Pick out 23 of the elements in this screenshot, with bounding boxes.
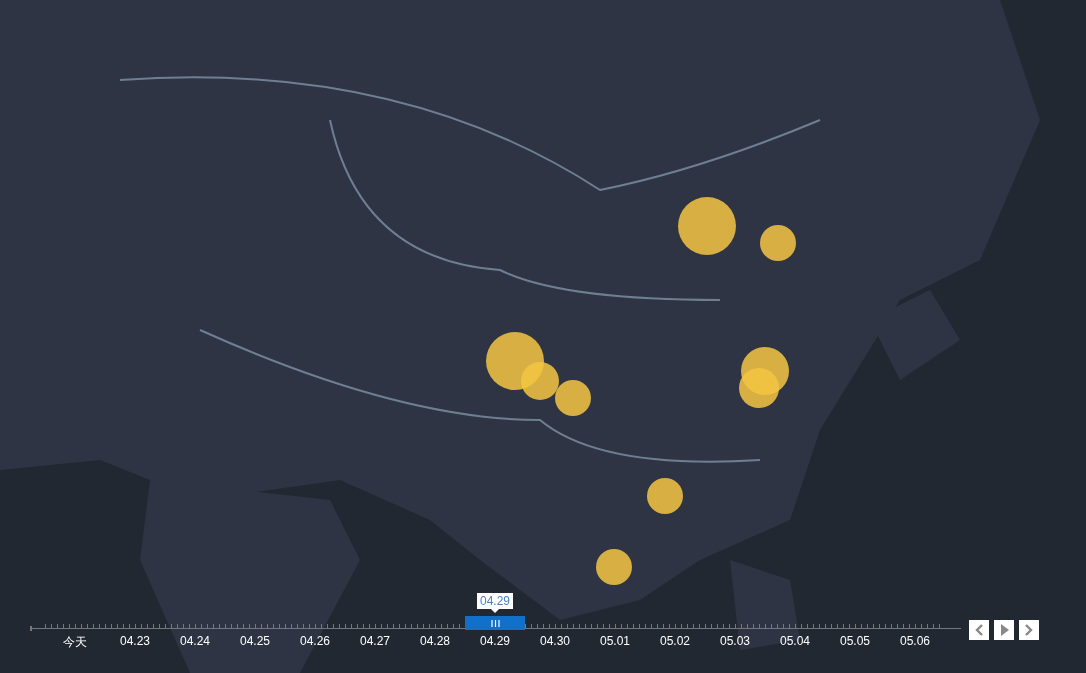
date-label[interactable]: 05.03 [720,634,750,648]
play-button[interactable] [994,620,1014,640]
date-label[interactable]: 04.25 [240,634,270,648]
date-label[interactable]: 04.26 [300,634,330,648]
date-label[interactable]: 04.28 [420,634,450,648]
date-label[interactable]: 05.06 [900,634,930,648]
date-label[interactable]: 今天 [63,634,87,651]
date-label[interactable]: 04.30 [540,634,570,648]
date-label[interactable]: 05.01 [600,634,630,648]
grip-icon [490,619,500,627]
date-label[interactable]: 04.27 [360,634,390,648]
next-button[interactable] [1019,620,1039,640]
date-label[interactable]: 05.04 [780,634,810,648]
timeline-handle[interactable] [465,616,525,630]
play-icon [999,624,1009,636]
date-label[interactable]: 04.23 [120,634,150,648]
previous-button[interactable] [969,620,989,640]
date-label[interactable]: 04.24 [180,634,210,648]
date-label[interactable]: 05.05 [840,634,870,648]
chevron-right-icon [1024,624,1034,636]
date-label[interactable]: 04.29 [480,634,510,648]
chevron-left-icon [974,624,984,636]
date-label[interactable]: 05.02 [660,634,690,648]
